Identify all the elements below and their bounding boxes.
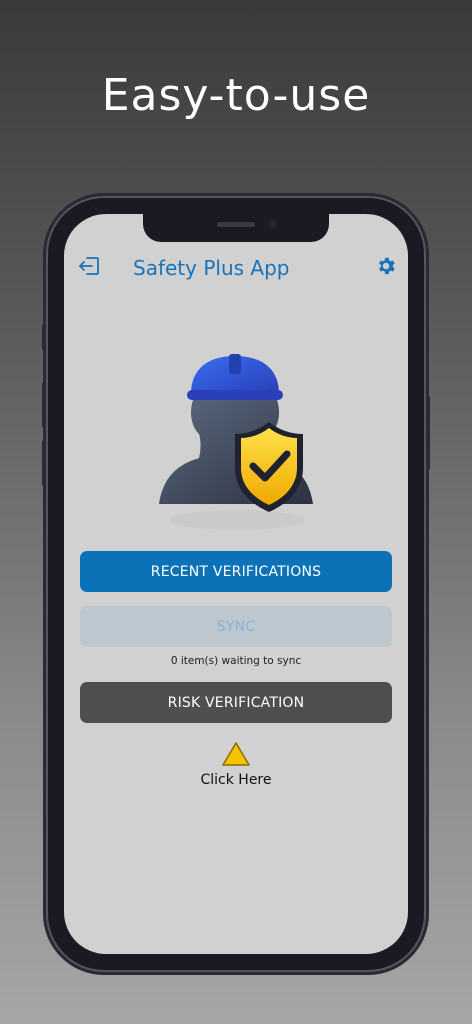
promo-headline: Easy-to-use bbox=[101, 70, 371, 121]
phone-frame: Safety Plus App RECENT VERIFICATIONS SYN… bbox=[42, 196, 430, 972]
gear-icon[interactable] bbox=[374, 254, 398, 278]
notch bbox=[143, 214, 329, 242]
app-title: Safety Plus App bbox=[133, 256, 290, 280]
power-button bbox=[426, 396, 430, 470]
volume-up-button bbox=[42, 382, 46, 428]
earpiece-speaker bbox=[217, 222, 255, 227]
app-screen: Safety Plus App RECENT VERIFICATIONS SYN… bbox=[64, 214, 408, 954]
risk-verification-button[interactable]: RISK VERIFICATION bbox=[80, 682, 392, 723]
warning-icon[interactable] bbox=[221, 741, 251, 767]
front-camera bbox=[267, 218, 279, 230]
sync-button[interactable]: SYNC bbox=[80, 606, 392, 647]
click-here-link[interactable]: Click Here bbox=[64, 772, 408, 788]
logout-icon[interactable] bbox=[78, 254, 102, 278]
recent-verifications-button[interactable]: RECENT VERIFICATIONS bbox=[80, 551, 392, 592]
mute-switch bbox=[42, 324, 46, 350]
volume-down-button bbox=[42, 440, 46, 486]
worker-shield-icon bbox=[159, 340, 315, 530]
sync-status-text: 0 item(s) waiting to sync bbox=[170, 655, 302, 667]
app-header: Safety Plus App bbox=[64, 254, 408, 294]
